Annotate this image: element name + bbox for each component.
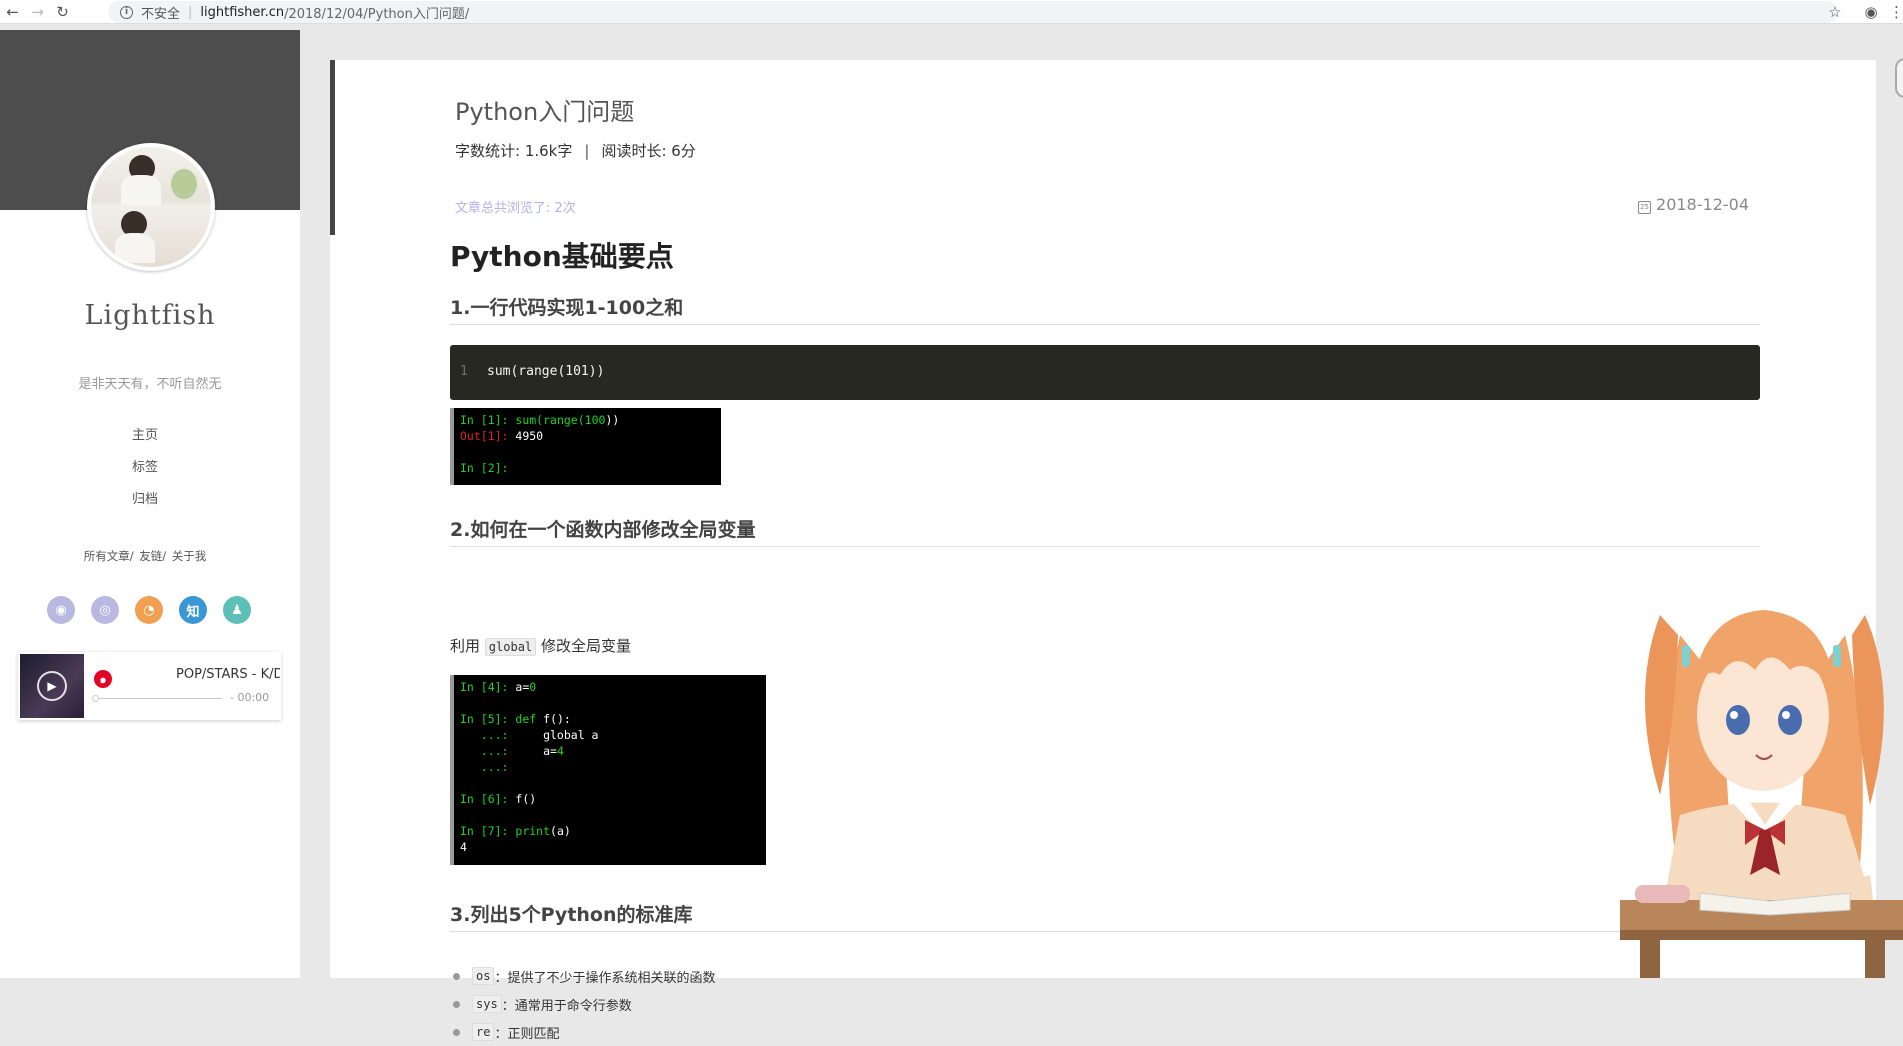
github-icon[interactable]: ◉ — [47, 596, 75, 624]
article-heading: Python基础要点 — [450, 240, 674, 273]
post-date: 25 2018-12-04 — [1638, 195, 1749, 214]
sidebar: Lightfish 是非天天有，不听自然无 主页 标签 归档 所有文章/ 友链/… — [0, 30, 300, 978]
stdlib-list: os ：提供了不少于操作系统相关联的函数 sys ：通常用于命令行参数 re ：正则匹… — [450, 962, 715, 1046]
about-link[interactable]: 关于我 — [172, 549, 207, 563]
avatar[interactable] — [87, 143, 215, 271]
reload-icon[interactable]: ↻ — [50, 0, 75, 24]
list-item: os ：提供了不少于操作系统相关联的函数 — [450, 962, 715, 990]
track-time: - 00:00 — [230, 691, 270, 704]
url-separator: | — [188, 4, 193, 20]
social-links: ◉ ◎ ◔ 知 ♟ — [47, 596, 251, 624]
info-icon[interactable]: i — [120, 5, 133, 19]
code-block: 1 sum(range(101)) — [450, 345, 1760, 400]
url-path: /2018/12/04/Python入门问题/ — [284, 6, 470, 22]
post-title: Python入门问题 — [455, 98, 635, 126]
code-line: sum(range(101)) — [487, 364, 605, 379]
section-heading-1: 1.一行代码实现1-100之和 — [450, 293, 1760, 325]
inline-code-global: global — [484, 638, 537, 656]
sub-nav: 所有文章/ 友链/ 关于我 — [0, 548, 290, 564]
progress-track[interactable] — [94, 698, 222, 699]
post-meta: 字数统计: 1.6k字 | 阅读时长: 6分 — [455, 140, 696, 161]
read-time: 阅读时长: 6分 — [601, 142, 696, 160]
track-title: POP/STARS - K/DA — [176, 667, 280, 682]
nav-archive-link[interactable]: 归档 — [0, 490, 290, 522]
url-host: lightfisher.cn — [200, 4, 285, 20]
zhihu-icon[interactable]: 知 — [179, 596, 207, 624]
weibo-icon[interactable]: ◎ — [91, 596, 119, 624]
list-item: re ：正则匹配 — [450, 1018, 715, 1046]
forward-icon[interactable]: → — [25, 0, 50, 24]
nav-home-link[interactable]: 主页 — [0, 426, 290, 458]
bookmark-star-icon[interactable]: ☆ — [1817, 3, 1853, 21]
rss-icon[interactable]: ◔ — [135, 596, 163, 624]
friend-links-link[interactable]: 友链/ — [139, 549, 166, 563]
word-count: 字数统计: 1.6k字 — [455, 142, 573, 160]
side-toggle-icon[interactable] — [1895, 58, 1903, 98]
play-icon[interactable]: ▶ — [37, 671, 67, 701]
browser-toolbar: ← → ↻ i 不安全 | lightfisher.cn /2018/12/04… — [0, 0, 1903, 24]
code-line-number: 1 — [460, 364, 468, 379]
address-bar[interactable]: i 不安全 | lightfisher.cn /2018/12/04/Pytho… — [108, 1, 1838, 23]
section-heading-3: 3.列出5个Python的标准库 — [450, 900, 1760, 932]
ipython-screenshot-1: In [1]: sum(range(100)) Out[1]: 4950 In … — [450, 408, 721, 485]
meta-separator: | — [584, 142, 590, 160]
list-item: sys ：通常用于命令行参数 — [450, 990, 715, 1018]
album-cover: ▶ — [20, 654, 84, 718]
view-count: 文章总共浏览了: 2次 — [455, 201, 576, 216]
back-icon[interactable]: ← — [0, 0, 25, 24]
nav-tags-link[interactable]: 标签 — [0, 458, 290, 490]
security-label: 不安全 — [141, 6, 181, 22]
site-name[interactable]: Lightfish — [0, 300, 300, 331]
account-icon[interactable]: ◉ — [1853, 3, 1889, 21]
all-posts-link[interactable]: 所有文章/ — [84, 549, 134, 563]
calendar-icon: 25 — [1638, 201, 1652, 214]
card-accent-bar — [330, 60, 335, 235]
music-player: ▶ ๑ POP/STARS - K/DA - 00:00 — [18, 652, 281, 720]
ipython-screenshot-2: In [4]: a=0 In [5]: def f(): ...: global… — [450, 675, 766, 865]
menu-icon[interactable]: ⋮ — [1889, 3, 1903, 21]
qq-icon[interactable]: ♟ — [223, 596, 251, 624]
netease-music-icon[interactable]: ๑ — [94, 670, 112, 688]
progress-knob[interactable] — [92, 695, 99, 702]
live2d-mascot[interactable] — [1620, 575, 1903, 978]
paragraph: 利用 global 修改全局变量 — [450, 637, 631, 656]
section-heading-2: 2.如何在一个函数内部修改全局变量 — [450, 515, 1760, 547]
site-tagline: 是非天天有，不听自然无 — [78, 377, 222, 392]
post-date-text: 2018-12-04 — [1656, 195, 1749, 214]
main-nav: 主页 标签 归档 — [0, 426, 290, 522]
